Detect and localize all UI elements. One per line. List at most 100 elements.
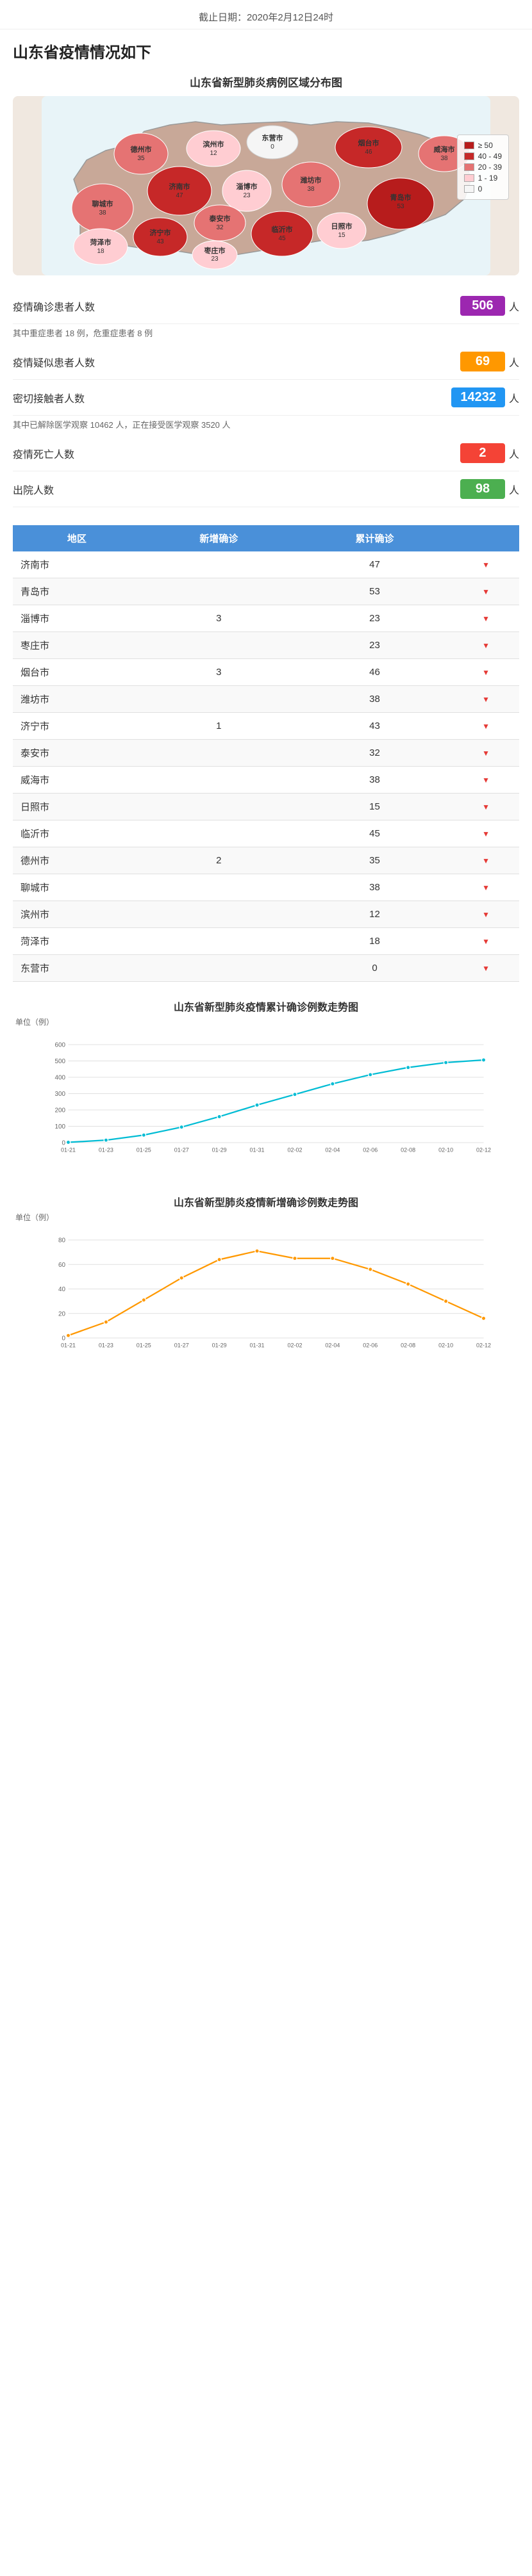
- td-total: 38: [297, 874, 453, 901]
- td-new: [141, 928, 297, 955]
- svg-text:18: 18: [97, 248, 104, 255]
- td-region: 淄博市: [13, 605, 141, 632]
- legend-item: 0: [464, 184, 502, 193]
- svg-text:02-10: 02-10: [438, 1342, 453, 1348]
- td-arrow: ▼: [453, 874, 519, 901]
- td-total: 23: [297, 632, 453, 659]
- svg-text:02-04: 02-04: [325, 1146, 340, 1153]
- chart1-unit: 单位（例）: [13, 1016, 519, 1027]
- td-new: [141, 578, 297, 605]
- td-arrow: ▼: [453, 686, 519, 713]
- svg-text:500: 500: [55, 1058, 66, 1065]
- stat-unit-suspected: 人: [509, 354, 519, 370]
- td-region: 烟台市: [13, 659, 141, 686]
- td-arrow: ▼: [453, 847, 519, 874]
- svg-text:菏泽市: 菏泽市: [90, 238, 112, 247]
- td-total: 53: [297, 578, 453, 605]
- td-region: 济南市: [13, 551, 141, 578]
- td-new: 2: [141, 847, 297, 874]
- stat-suspected: 疫情疑似患者人数 69 人: [13, 344, 519, 380]
- svg-text:济南市: 济南市: [169, 182, 190, 191]
- svg-text:淄博市: 淄博市: [237, 182, 258, 191]
- svg-text:53: 53: [397, 203, 404, 210]
- arrow-icon: ▼: [482, 856, 490, 865]
- svg-text:青岛市: 青岛市: [390, 193, 411, 202]
- legend-label-0: 0: [478, 184, 483, 193]
- table-row: 滨州市 12 ▼: [13, 901, 519, 928]
- stat-value-close-contact: 14232: [451, 387, 505, 407]
- stat-close-contact: 密切接触者人数 14232 人 其中已解除医学观察 10462 人，正在接受医学…: [13, 380, 519, 436]
- td-new: [141, 955, 297, 982]
- arrow-icon: ▼: [482, 937, 490, 946]
- stat-sub-close-contact: 其中已解除医学观察 10462 人，正在接受医学观察 3520 人: [13, 416, 519, 436]
- legend-item: ≥ 50: [464, 141, 502, 150]
- svg-text:01-27: 01-27: [174, 1146, 189, 1153]
- svg-text:02-02: 02-02: [287, 1146, 302, 1153]
- svg-text:0: 0: [62, 1140, 66, 1147]
- table-row: 威海市 38 ▼: [13, 767, 519, 794]
- stat-sub-confirmed: 其中重症患者 18 例，危重症患者 8 例: [13, 324, 519, 344]
- svg-text:02-06: 02-06: [363, 1342, 378, 1348]
- stat-right-confirmed: 506 人: [460, 296, 519, 316]
- td-total: 46: [297, 659, 453, 686]
- svg-text:02-12: 02-12: [476, 1146, 491, 1153]
- td-region: 泰安市: [13, 740, 141, 767]
- table-row: 枣庄市 23 ▼: [13, 632, 519, 659]
- svg-text:38: 38: [99, 209, 106, 216]
- table-row: 东营市 0 ▼: [13, 955, 519, 982]
- td-new: 3: [141, 659, 297, 686]
- td-new: [141, 767, 297, 794]
- stat-confirmed: 疫情确诊患者人数 506 人 其中重症患者 18 例，危重症患者 8 例: [13, 288, 519, 344]
- header: 截止日期：2020年2月12日24时: [0, 0, 532, 29]
- date-label: 截止日期：2020年2月12日24时: [0, 0, 532, 29]
- stat-value-confirmed: 506: [460, 296, 505, 316]
- td-region: 威海市: [13, 767, 141, 794]
- arrow-icon: ▼: [482, 776, 490, 785]
- td-arrow: ▼: [453, 955, 519, 982]
- td-total: 38: [297, 767, 453, 794]
- stat-row-suspected: 疫情疑似患者人数 69 人: [13, 344, 519, 380]
- td-total: 0: [297, 955, 453, 982]
- legend-color-40-49: [464, 152, 474, 160]
- td-total: 12: [297, 901, 453, 928]
- stat-unit-death: 人: [509, 446, 519, 461]
- svg-text:01-31: 01-31: [250, 1342, 265, 1348]
- chart1-section: 山东省新型肺炎疫情累计确诊例数走势图 单位（例） 010020030040050…: [0, 988, 532, 1184]
- svg-text:35: 35: [137, 155, 145, 162]
- svg-text:德州市: 德州市: [130, 145, 152, 154]
- th-region: 地区: [13, 525, 141, 551]
- td-total: 43: [297, 713, 453, 740]
- td-region: 枣庄市: [13, 632, 141, 659]
- td-arrow: ▼: [453, 551, 519, 578]
- arrow-icon: ▼: [482, 614, 490, 623]
- stat-row-discharged: 出院人数 98 人: [13, 471, 519, 507]
- stat-right-death: 2 人: [460, 443, 519, 463]
- arrow-icon: ▼: [482, 560, 490, 569]
- svg-text:15: 15: [338, 232, 345, 239]
- svg-text:02-12: 02-12: [476, 1342, 491, 1348]
- legend-color-20-39: [464, 163, 474, 171]
- stat-row-death: 疫情死亡人数 2 人: [13, 436, 519, 471]
- arrow-icon: ▼: [482, 829, 490, 838]
- arrow-icon: ▼: [482, 695, 490, 704]
- stats-section: 疫情确诊患者人数 506 人 其中重症患者 18 例，危重症患者 8 例 疫情疑…: [0, 282, 532, 514]
- svg-text:01-25: 01-25: [137, 1342, 151, 1348]
- td-new: [141, 901, 297, 928]
- map-svg: .region-text { font-size: 11px; fill: #3…: [13, 96, 519, 275]
- td-arrow: ▼: [453, 605, 519, 632]
- td-region: 临沂市: [13, 820, 141, 847]
- td-new: [141, 740, 297, 767]
- td-arrow: ▼: [453, 659, 519, 686]
- svg-text:20: 20: [58, 1310, 65, 1317]
- chart2-section: 山东省新型肺炎疫情新增确诊例数走势图 单位（例） 02040608001-210…: [0, 1184, 532, 1379]
- table-header-row: 地区 新增确诊 累计确诊: [13, 525, 519, 551]
- table-section: 地区 新增确诊 累计确诊 济南市 47 ▼ 青岛市 53 ▼ 淄博市 3 23 …: [0, 519, 532, 988]
- stat-unit-close-contact: 人: [509, 390, 519, 405]
- svg-text:47: 47: [176, 192, 183, 199]
- arrow-icon: ▼: [482, 587, 490, 596]
- stat-value-suspected: 69: [460, 352, 505, 371]
- svg-text:23: 23: [211, 256, 219, 263]
- stat-label-discharged: 出院人数: [13, 482, 460, 497]
- svg-text:40: 40: [58, 1286, 65, 1293]
- map-container: .region-text { font-size: 11px; fill: #3…: [13, 96, 519, 275]
